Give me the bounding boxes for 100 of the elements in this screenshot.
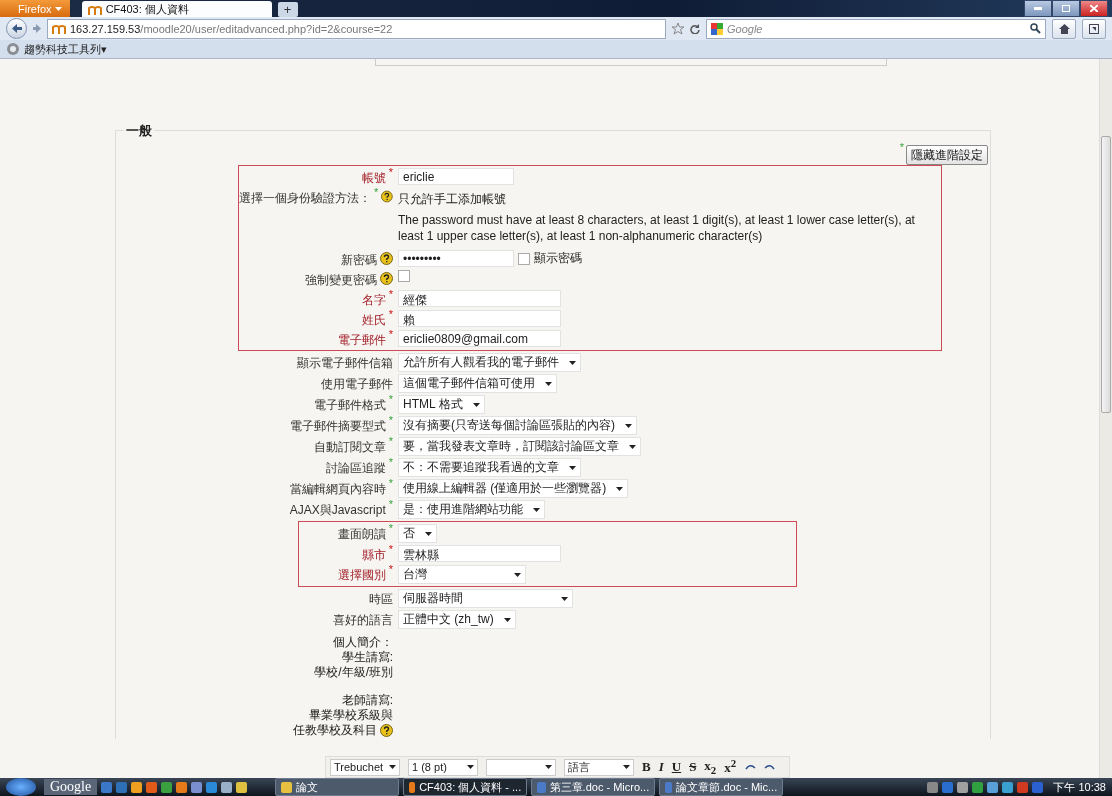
dropdown[interactable]: 這個電子郵件信箱可使用: [398, 374, 557, 393]
app-icon[interactable]: [131, 781, 143, 793]
script-button[interactable]: x$^{2}$: [724, 757, 737, 777]
help-icon[interactable]: [380, 724, 393, 737]
asterisk: *: [388, 308, 393, 320]
caret-icon: [425, 531, 432, 536]
dropdown[interactable]: 否: [398, 524, 437, 543]
address-bar[interactable]: 163.27.159.53/moodle20/user/editadvanced.php?id=2&course=22: [47, 18, 666, 39]
caret-icon: [545, 765, 552, 769]
asterisk: *: [388, 522, 393, 534]
asterisk: *: [388, 543, 393, 555]
app-icon[interactable]: [191, 781, 203, 793]
taskbar-button[interactable]: 論文: [275, 778, 400, 796]
app-icon[interactable]: [206, 781, 218, 793]
dropdown[interactable]: 伺服器時間: [398, 589, 573, 608]
taskbar-button[interactable]: 論文章節.doc - Mic...: [659, 778, 784, 796]
password-field[interactable]: •••••••••: [398, 250, 514, 267]
help-icon[interactable]: [380, 272, 393, 285]
dropdown[interactable]: 使用線上編輯器 (僅適用於一些瀏覽器): [398, 479, 629, 498]
app-icon[interactable]: [176, 781, 188, 793]
asterisk: *: [388, 414, 393, 426]
back-button[interactable]: [6, 18, 27, 39]
dropdown[interactable]: 正體中文 (zh_tw): [398, 610, 516, 629]
field-label: 時區: [369, 591, 393, 608]
search-icon[interactable]: [1030, 23, 1041, 34]
caret-icon: [472, 402, 480, 407]
tray-icon[interactable]: [987, 781, 999, 793]
taskbar-button[interactable]: 第三章.doc - Micro...: [531, 778, 656, 796]
field-label: 姓氏: [361, 312, 386, 329]
caret-icon: [569, 465, 576, 470]
field-label: 當編輯網頁內容時: [289, 481, 386, 498]
asterisk: *: [388, 435, 393, 447]
tray-icon[interactable]: [957, 781, 969, 793]
dropdown[interactable]: 是：使用進階網站功能: [398, 500, 545, 519]
app-icon[interactable]: [236, 781, 248, 793]
app-icon[interactable]: [146, 781, 158, 793]
maximize-icon[interactable]: [1052, 0, 1080, 17]
text-field[interactable]: ericlie: [398, 168, 514, 185]
format-button[interactable]: U: [671, 759, 682, 775]
taskbar-button[interactable]: CF403: 個人資料 - ...: [403, 778, 528, 796]
home-button[interactable]: [1052, 18, 1076, 39]
reload-icon[interactable]: [690, 23, 700, 34]
start-button[interactable]: [6, 778, 36, 796]
field-label: 強制變更密碼: [305, 272, 377, 289]
app-icon[interactable]: [161, 781, 173, 793]
field-label: 畫面朗讀: [337, 526, 386, 543]
dropdown[interactable]: HTML 格式: [398, 395, 485, 414]
toolbar-dropdown[interactable]: 語言: [564, 758, 634, 776]
undo-icon[interactable]: [744, 762, 757, 772]
format-button[interactable]: S: [689, 759, 697, 775]
script-button[interactable]: x$_{2}$: [704, 758, 717, 776]
hide-advanced-button[interactable]: 隱藏進階設定: [906, 145, 988, 165]
password-rule-text: The password must have at least 8 characters, at least 1 digit(s), at least 1 lower case letter(s), at least 1 upper case letter(s), at least 1 non-alphanumeric character(s): [398, 212, 916, 245]
field-label: 電子郵件格式: [313, 397, 386, 414]
text-field[interactable]: 賴: [398, 310, 561, 327]
scrollbar[interactable]: [1099, 59, 1112, 778]
dropdown[interactable]: 沒有摘要(只寄送每個討論區張貼的內容): [398, 416, 637, 435]
help-icon[interactable]: [381, 190, 393, 203]
asterisk: *: [388, 456, 393, 468]
redo-icon[interactable]: [764, 762, 777, 772]
google-search-button[interactable]: Google: [44, 779, 98, 795]
toolbar-dropdown[interactable]: Trebuchet: [330, 758, 400, 776]
dropdown[interactable]: 允許所有人觀看我的電子郵件: [398, 353, 581, 372]
toolbar-menu[interactable]: 趨勢科技工具列▾: [24, 41, 107, 57]
tray-icon[interactable]: [1002, 781, 1014, 793]
auth-method-text: 只允許手工添加帳號: [398, 191, 506, 208]
browser-tab[interactable]: CF403: 個人資料: [81, 1, 272, 17]
asterisk: *: [388, 477, 393, 489]
format-button[interactable]: I: [658, 759, 664, 775]
text-field[interactable]: ericlie0809@gmail.com: [398, 330, 561, 347]
toolbar-dropdown[interactable]: 1 (8 pt): [408, 758, 478, 776]
app-icon: [281, 781, 293, 793]
field-label: 帳號: [361, 170, 386, 187]
star-icon[interactable]: [672, 22, 684, 35]
field-label: 使用電子郵件: [321, 376, 393, 393]
tray-icon[interactable]: [942, 781, 954, 793]
format-button[interactable]: B: [642, 759, 651, 775]
search-field[interactable]: Google: [706, 18, 1046, 39]
field-label: AJAX與Javascript: [289, 502, 386, 519]
tray-icon[interactable]: [1017, 781, 1029, 793]
help-icon[interactable]: [380, 252, 393, 265]
tray-icon[interactable]: [1032, 781, 1044, 793]
caret-icon: [623, 765, 630, 769]
tray-icon[interactable]: [927, 781, 939, 793]
field-label: 顯示電子郵件信箱: [297, 355, 393, 372]
new-tab-button[interactable]: +: [277, 2, 298, 17]
app-icon[interactable]: [221, 781, 233, 793]
dropdown[interactable]: 要，當我發表文章時，訂閱該討論區文章: [398, 437, 641, 456]
text-field[interactable]: 雲林縣: [398, 545, 561, 562]
bookmarks-button[interactable]: [1082, 18, 1106, 39]
close-icon[interactable]: [1080, 0, 1108, 17]
checkbox[interactable]: [518, 252, 530, 265]
tray-icon[interactable]: [972, 781, 984, 793]
dropdown[interactable]: 不：不需要追蹤我看過的文章: [398, 458, 581, 477]
dropdown[interactable]: 台灣: [398, 565, 526, 584]
checkbox[interactable]: [398, 270, 410, 282]
minimize-icon[interactable]: [1024, 0, 1052, 17]
text-field[interactable]: 經傑: [398, 290, 561, 307]
caret-icon: [503, 617, 511, 622]
toolbar-logo-icon: [6, 42, 20, 56]
